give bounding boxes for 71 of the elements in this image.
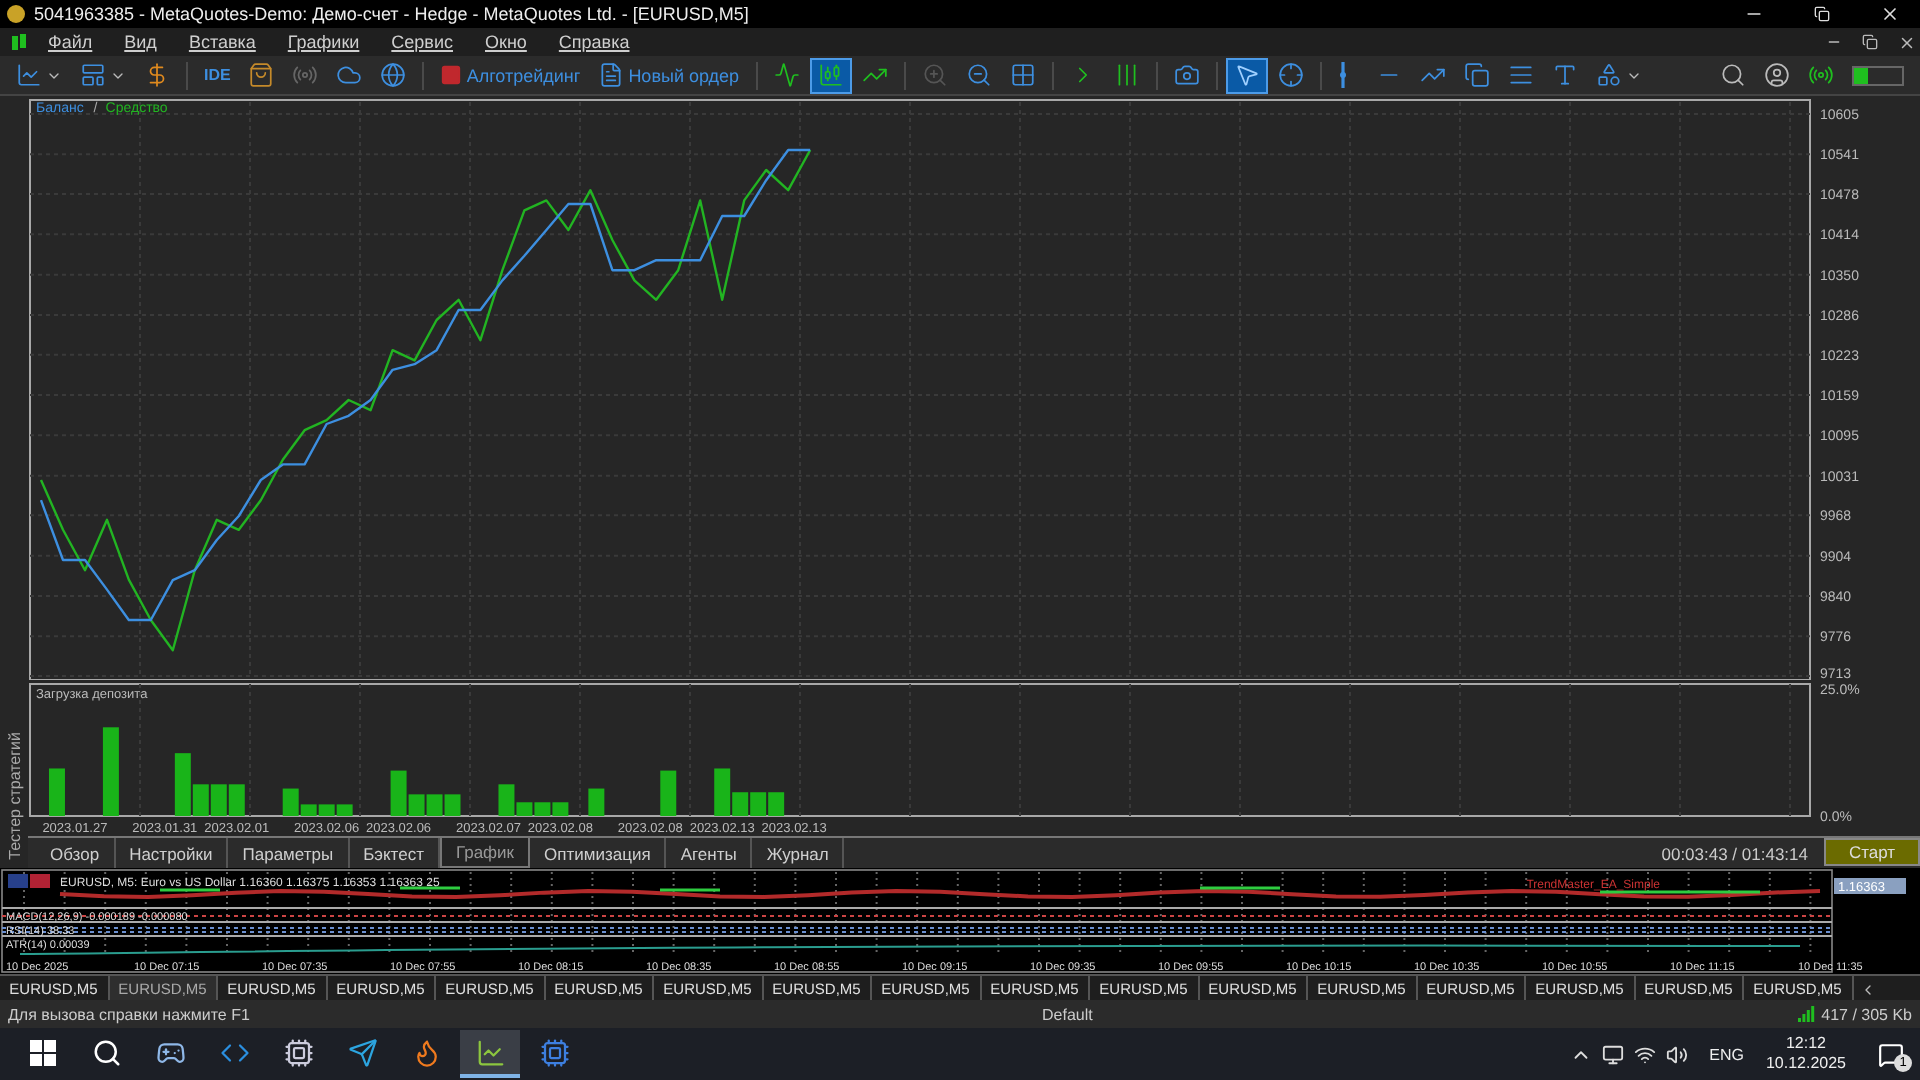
- close-icon: [1897, 33, 1915, 51]
- search-icon: [91, 1037, 121, 1067]
- close-icon: [1880, 4, 1900, 24]
- chart-icon: [475, 1037, 505, 1067]
- vertical-line-icon: [1337, 62, 1348, 88]
- clock[interactable]: 12:12 10.12.2025: [1765, 1034, 1846, 1074]
- cloud-icon: [336, 62, 363, 88]
- tester-tab[interactable]: График: [439, 838, 531, 868]
- user-icon: [1764, 62, 1790, 88]
- menu-item[interactable]: Справка: [546, 28, 642, 56]
- crosshair-icon: [1277, 62, 1304, 88]
- chart-window-icon: [10, 32, 28, 52]
- search-icon: [1720, 62, 1746, 88]
- connection-meter: [1852, 65, 1904, 85]
- app-logo-icon: [6, 4, 26, 24]
- monitor-icon[interactable]: [1601, 1043, 1624, 1065]
- ide-button[interactable]: IDE: [196, 57, 239, 93]
- load-bar: [750, 792, 767, 816]
- status-square-icon: [440, 64, 463, 86]
- grid-icon: [1009, 62, 1036, 88]
- signal-icon: [1808, 62, 1834, 88]
- menu-item[interactable]: Файл: [36, 28, 105, 56]
- dollar-icon: [144, 62, 170, 88]
- paper-plane-icon: [347, 1037, 377, 1067]
- load-bar: [660, 770, 677, 816]
- levels-icon: [1507, 62, 1534, 88]
- speaker-icon[interactable]: [1665, 1043, 1688, 1065]
- signal-icon: [292, 62, 319, 88]
- profile-name: Default: [1042, 1005, 1095, 1023]
- menu-item[interactable]: Сервис: [379, 28, 465, 56]
- line-chart-icon: [16, 62, 42, 88]
- toolbar-button[interactable]: [1225, 57, 1268, 93]
- new-order-button[interactable]: Новый ордер: [590, 57, 748, 93]
- menu-item[interactable]: Вставка: [176, 28, 268, 56]
- menu-item[interactable]: Графики: [275, 28, 372, 56]
- elapsed-time: 00:03:43 / 01:43:14: [1661, 844, 1808, 864]
- shapes-icon: [1595, 62, 1622, 88]
- document-icon: [598, 62, 625, 88]
- camera-icon: [1173, 62, 1200, 88]
- candlestick-icon: [817, 62, 844, 88]
- status-hint: Для вызова справки нажмите F1: [8, 1005, 252, 1023]
- flame-icon: [411, 1037, 441, 1067]
- restore-icon: [1814, 6, 1830, 22]
- connection-bars-icon: [1797, 1006, 1816, 1022]
- wifi-icon[interactable]: [1633, 1043, 1656, 1065]
- window-title: 5041963385 - MetaQuotes-Demo: Демо-счет - Hedge - MetaQuotes Ltd. - [EURUSD,M5]: [34, 4, 751, 24]
- windows-icon: [29, 1039, 55, 1065]
- zoom-out-icon: [965, 62, 992, 88]
- bag-icon: [248, 62, 275, 88]
- chart-window-icon: [80, 62, 106, 88]
- menu-item[interactable]: Окно: [473, 28, 539, 56]
- load-bar: [588, 788, 605, 816]
- taskbar-app[interactable]: [460, 1030, 520, 1078]
- algotrading-button[interactable]: Алготрейдинг: [432, 57, 589, 93]
- restore-icon: [1862, 34, 1878, 50]
- toolbar-button[interactable]: [809, 57, 852, 93]
- chip-icon: [539, 1037, 569, 1067]
- notification-icon[interactable]: [1877, 1041, 1903, 1067]
- flag-icon: [8, 874, 50, 888]
- gamepad-icon: [155, 1037, 185, 1067]
- start-button[interactable]: Старт: [1824, 838, 1920, 866]
- cursor-icon: [1233, 62, 1260, 88]
- chip-icon: [283, 1037, 313, 1067]
- load-bar: [768, 792, 785, 816]
- language-indicator[interactable]: ENG: [1709, 1045, 1744, 1063]
- panel-title: Тестер стратегий: [5, 732, 23, 860]
- globe-icon: [380, 62, 407, 88]
- text-icon: [1551, 62, 1578, 88]
- menu-item[interactable]: Вид: [112, 28, 169, 56]
- zoom-in-icon: [921, 62, 948, 88]
- traffic-counter: 417 / 305 Kb: [1821, 1005, 1912, 1023]
